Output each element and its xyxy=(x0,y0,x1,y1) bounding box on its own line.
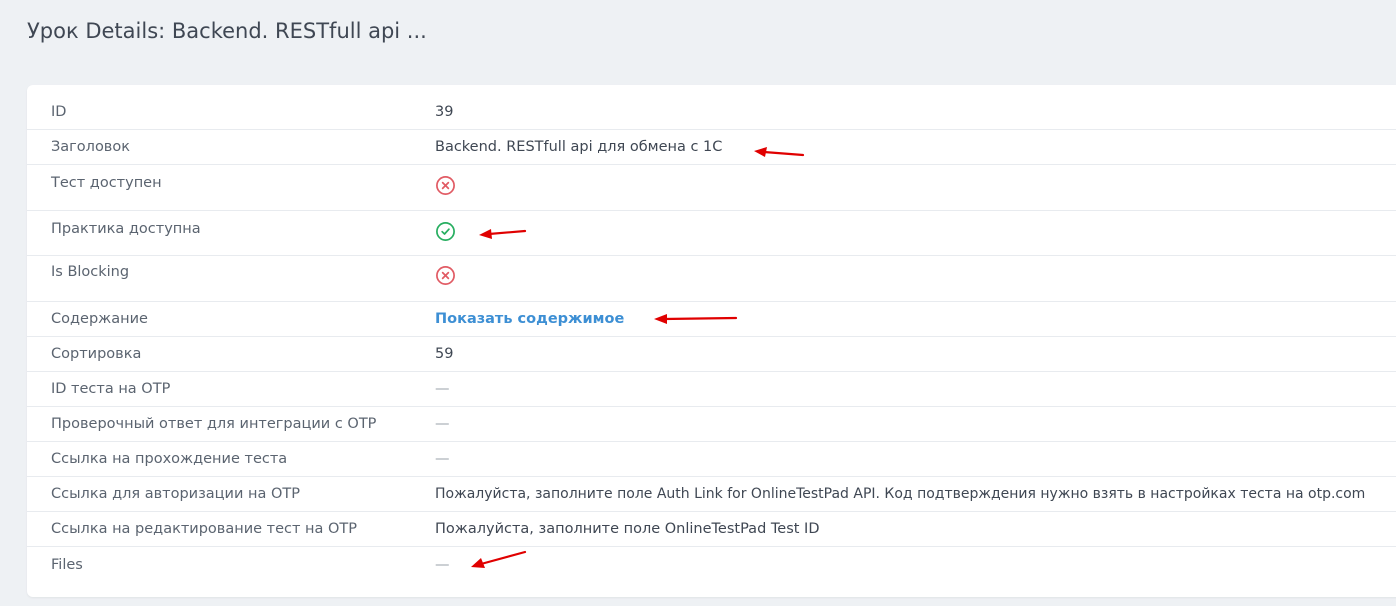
row-label: Проверочный ответ для интеграции с OTP xyxy=(51,416,377,432)
row-value: — xyxy=(435,556,450,573)
row-label: Практика доступна xyxy=(51,221,201,237)
row-value: — xyxy=(435,451,450,467)
row-value: — xyxy=(435,381,450,397)
x-circle-icon xyxy=(436,266,455,285)
row-label: Is Blocking xyxy=(51,264,130,280)
details-card: ID 39 Заголовок Backend. RESTfull api дл… xyxy=(27,85,1396,597)
row-label: Заголовок xyxy=(51,139,130,155)
row-label: ID теста на OTP xyxy=(51,381,171,397)
row-value: 59 xyxy=(435,346,454,362)
detail-row-id: ID 39 xyxy=(27,95,1396,130)
show-content-link[interactable]: Показать содержимое xyxy=(435,311,624,327)
x-circle-icon xyxy=(436,176,455,195)
row-label: Тест доступен xyxy=(51,175,162,191)
detail-row-files: Files — xyxy=(27,547,1396,582)
detail-row-otp-auth-link: Ссылка для авторизации на OTP Пожалуйста… xyxy=(27,477,1396,512)
row-value: — xyxy=(435,416,450,432)
row-label: Ссылка на прохождение теста xyxy=(51,451,288,467)
detail-row-is-blocking: Is Blocking xyxy=(27,256,1396,302)
page-title: Урок Details: Backend. RESTfull api ... xyxy=(27,19,427,43)
detail-row-test-available: Тест доступен xyxy=(27,165,1396,211)
row-label: Содержание xyxy=(51,311,148,327)
detail-row-title: Заголовок Backend. RESTfull api для обме… xyxy=(27,130,1396,165)
row-value: Пожалуйста, заполните поле OnlineTestPad… xyxy=(435,521,820,537)
row-label: ID xyxy=(51,104,67,120)
detail-row-sort: Сортировка 59 xyxy=(27,337,1396,372)
detail-row-test-link: Ссылка на прохождение теста — xyxy=(27,442,1396,477)
row-label: Ссылка для авторизации на OTP xyxy=(51,486,300,502)
row-label: Ссылка на редактирование тест на OTP xyxy=(51,521,358,537)
row-value: Пожалуйста, заполните поле Auth Link for… xyxy=(435,486,1366,502)
detail-row-content: Содержание Показать содержимое xyxy=(27,302,1396,337)
row-value: Backend. RESTfull api для обмена с 1С xyxy=(435,139,723,155)
detail-row-otp-edit-link: Ссылка на редактирование тест на OTP Пож… xyxy=(27,512,1396,547)
detail-row-otp-test-id: ID теста на OTP — xyxy=(27,372,1396,407)
row-value: 39 xyxy=(435,104,454,120)
row-label: Files xyxy=(51,556,83,573)
detail-row-otp-check-answer: Проверочный ответ для интеграции с OTP — xyxy=(27,407,1396,442)
check-circle-icon xyxy=(436,222,455,241)
row-label: Сортировка xyxy=(51,346,142,362)
detail-row-practice-available: Практика доступна xyxy=(27,211,1396,256)
